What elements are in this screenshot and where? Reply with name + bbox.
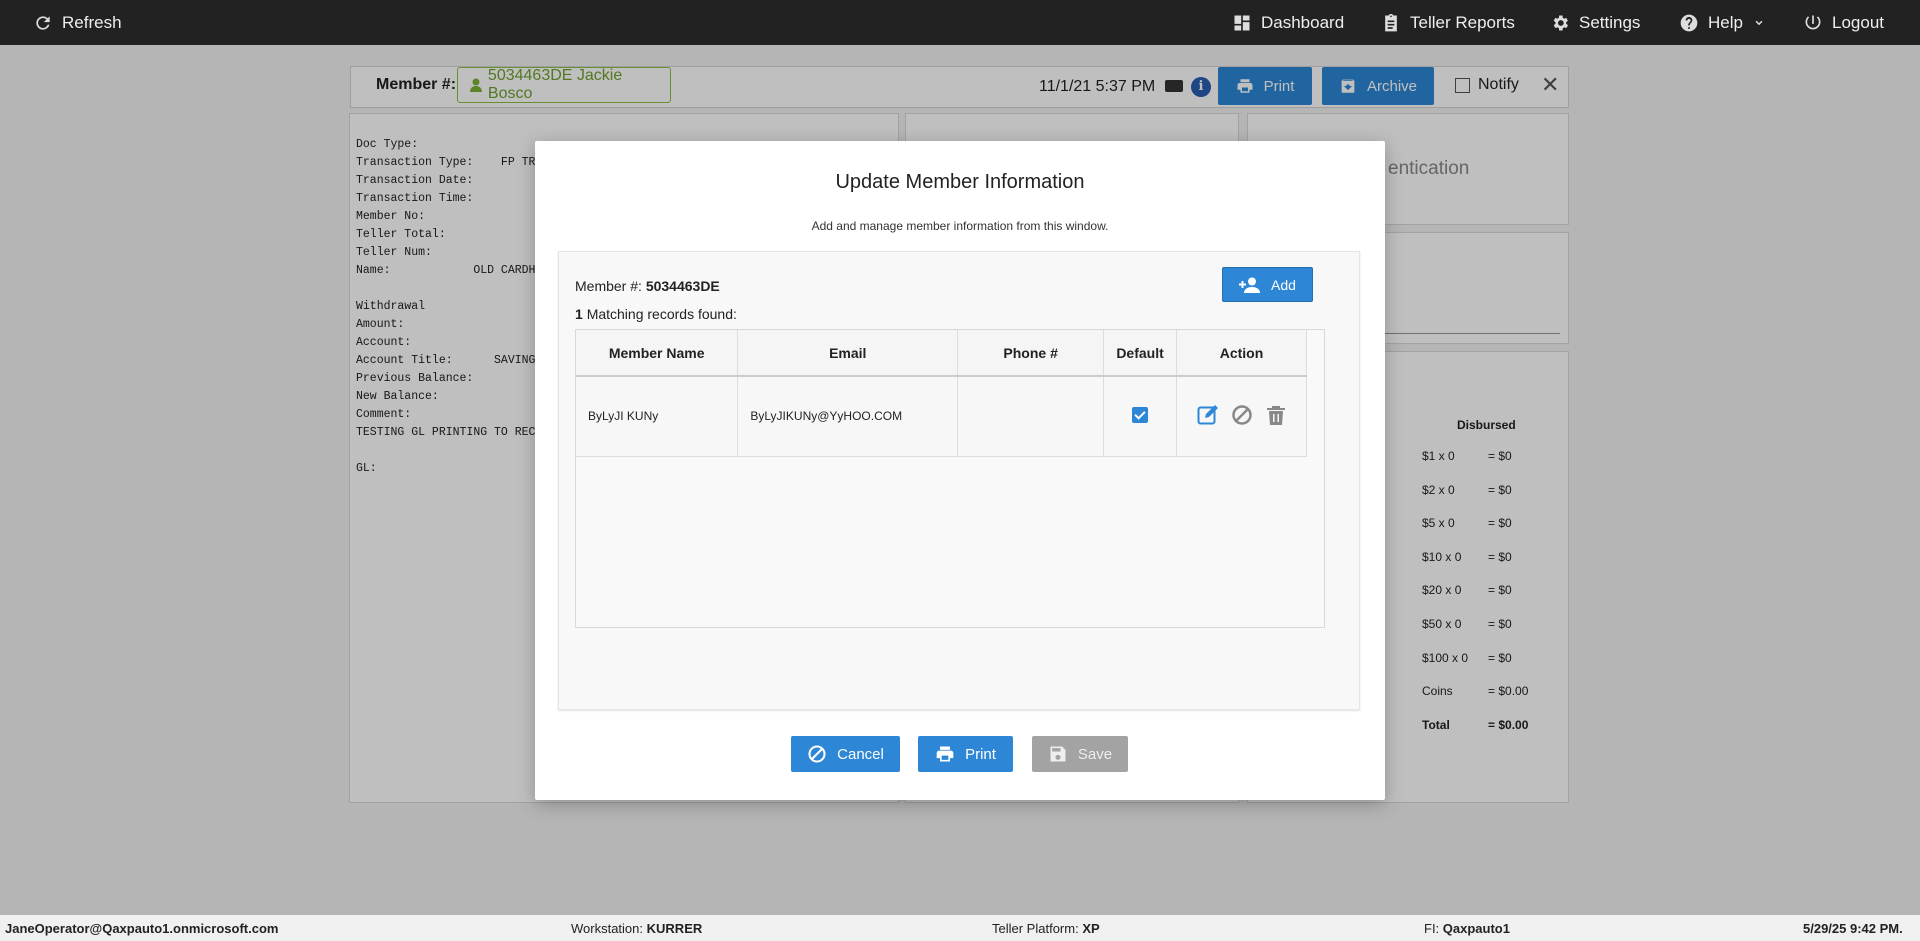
dashboard-label: Dashboard (1261, 12, 1345, 32)
match-count: 1 (575, 306, 583, 322)
workstation-value: KURRER (646, 921, 703, 936)
add-user-icon (1239, 277, 1261, 293)
cancel-icon (808, 745, 826, 763)
teller-reports-label: Teller Reports (1410, 12, 1515, 32)
logout-link[interactable]: Logout (1803, 0, 1884, 45)
table-row[interactable]: ByLyJI KUNy ByLyJIKUNy@YyHOO.COM (576, 376, 1307, 457)
power-icon (1805, 15, 1821, 29)
help-label: Help (1708, 12, 1743, 32)
cell-default (1103, 376, 1178, 457)
clipboard-icon (1385, 13, 1397, 31)
status-workstation: Workstation: KURRER (571, 921, 702, 936)
fi-label: FI: (1424, 921, 1440, 936)
default-checkbox[interactable] (1132, 406, 1149, 423)
column-action[interactable]: Action (1176, 330, 1307, 377)
status-fi: FI: Qaxpauto1 (1424, 921, 1510, 936)
settings-label: Settings (1579, 12, 1641, 32)
refresh-icon (36, 15, 50, 30)
refresh-button[interactable]: Refresh (33, 0, 122, 45)
modal-body: Member #: 5034463DE 1 Matching records f… (558, 251, 1360, 710)
workstation-label: Workstation: (571, 921, 644, 936)
save-button[interactable]: Save (1032, 736, 1128, 772)
cell-phone (957, 376, 1105, 457)
member-number-line: Member #: 5034463DE (575, 278, 720, 294)
match-count-line: 1 Matching records found: (575, 306, 737, 322)
member-grid: Member Name Email Phone # Default Action… (575, 329, 1325, 628)
dashboard-link[interactable]: Dashboard (1232, 0, 1344, 45)
status-platform: Teller Platform: XP (992, 921, 1100, 936)
platform-label: Teller Platform: (992, 921, 1079, 936)
disable-icon[interactable] (1230, 403, 1254, 427)
chevron-down-icon (1755, 20, 1763, 25)
member-number-value: 5034463DE (645, 278, 720, 294)
fi-value: Qaxpauto1 (1442, 921, 1510, 936)
modal-title: Update Member Information (835, 171, 1085, 193)
modal-print-label: Print (965, 745, 996, 763)
refresh-label: Refresh (62, 12, 122, 32)
cancel-label: Cancel (837, 745, 884, 763)
teller-reports-link[interactable]: Teller Reports (1381, 0, 1515, 45)
update-member-modal: Update Member Information Add and manage… (535, 141, 1385, 800)
cell-action (1176, 376, 1307, 457)
trash-icon[interactable] (1264, 403, 1288, 427)
cancel-button[interactable]: Cancel (791, 736, 900, 772)
column-default[interactable]: Default (1103, 330, 1178, 377)
match-text: Matching records found: (586, 306, 737, 322)
add-label: Add (1271, 276, 1296, 293)
column-email[interactable]: Email (737, 330, 959, 377)
column-phone[interactable]: Phone # (957, 330, 1105, 377)
dashboard-icon (1234, 15, 1250, 30)
column-member-name[interactable]: Member Name (576, 330, 739, 377)
top-nav-bar: Refresh Dashboard Teller Reports Setting… (0, 0, 1920, 45)
help-icon (1680, 14, 1698, 31)
gear-icon (1553, 15, 1568, 30)
status-user: JaneOperator@Qaxpauto1.onmicrosoft.com (5, 921, 279, 936)
edit-icon[interactable] (1196, 403, 1220, 427)
logout-label: Logout (1832, 12, 1884, 32)
settings-link[interactable]: Settings (1550, 0, 1640, 45)
save-icon (1050, 746, 1066, 762)
modal-print-button[interactable]: Print (918, 736, 1013, 772)
member-number-label: Member #: (575, 278, 642, 294)
cell-member-name: ByLyJI KUNy (576, 376, 739, 457)
modal-subtitle: Add and manage member information from t… (811, 219, 1109, 233)
save-label: Save (1077, 745, 1113, 763)
status-datetime: 5/29/25 9:42 PM. (1803, 921, 1903, 936)
grid-header-row: Member Name Email Phone # Default Action (576, 330, 1307, 377)
help-menu[interactable]: Help (1679, 0, 1766, 45)
platform-value: XP (1082, 921, 1100, 936)
cell-email: ByLyJIKUNy@YyHOO.COM (737, 376, 959, 457)
status-bar: JaneOperator@Qaxpauto1.onmicrosoft.com W… (0, 915, 1920, 941)
printer-icon (936, 746, 954, 762)
add-member-button[interactable]: Add (1222, 267, 1313, 302)
